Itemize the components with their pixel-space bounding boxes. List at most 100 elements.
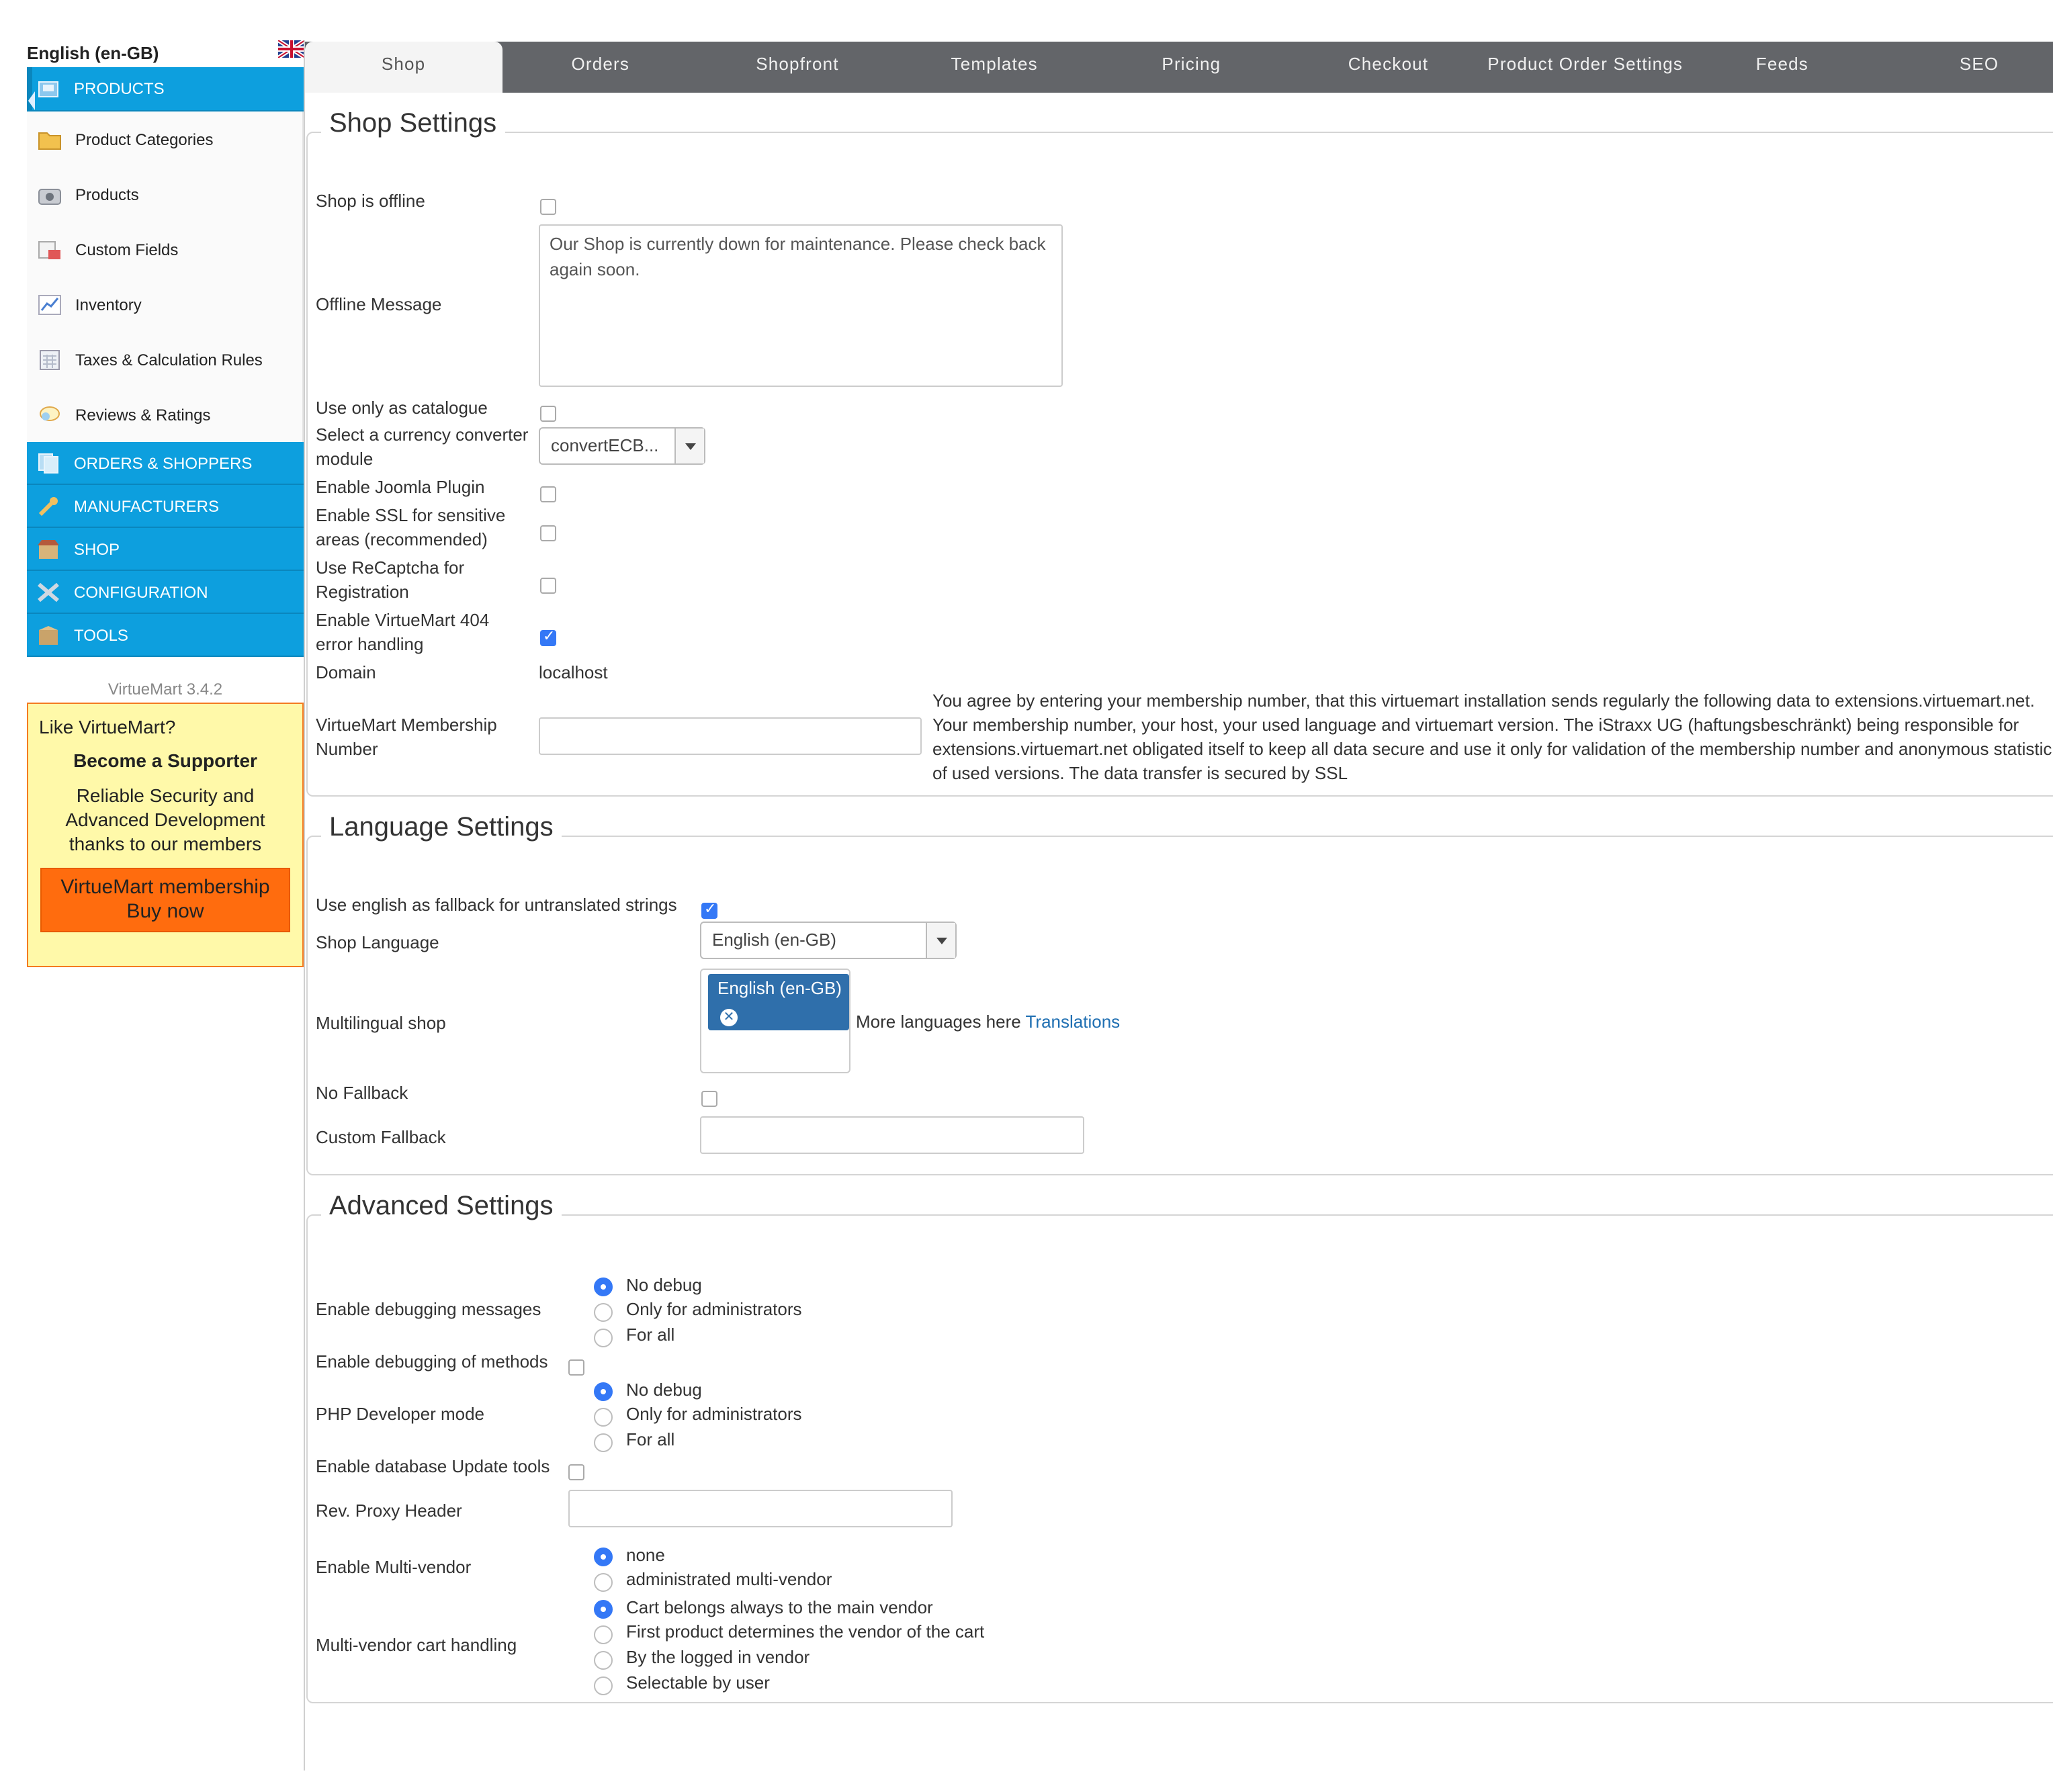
php-dev-option-label: Only for administrators bbox=[626, 1404, 802, 1424]
menu-products[interactable]: PRODUCTS bbox=[27, 67, 304, 111]
supporter-promo: Like VirtueMart? Become a Supporter Reli… bbox=[27, 703, 304, 967]
collapse-arrow-icon[interactable] bbox=[26, 81, 36, 121]
currency-converter-value: convertECB... bbox=[551, 435, 659, 455]
custom-fallback-label: Custom Fallback bbox=[316, 1127, 446, 1147]
tab-shopfront[interactable]: Shopfront bbox=[699, 42, 896, 93]
offline-message-textarea[interactable]: Our Shop is currently down for maintenan… bbox=[539, 224, 1063, 387]
chevron-down-icon bbox=[926, 923, 955, 958]
recaptcha-label: Use ReCaptcha for Registration bbox=[316, 557, 465, 602]
sidebar-item-label: Taxes & Calculation Rules bbox=[75, 350, 263, 369]
menu-section-label: CONFIGURATION bbox=[74, 582, 208, 601]
menu-shop[interactable]: SHOP bbox=[27, 528, 304, 571]
sidebar-item-product-categories[interactable]: Product Categories bbox=[27, 111, 302, 167]
uk-flag-icon[interactable] bbox=[278, 40, 305, 58]
sidebar-item-inventory[interactable]: Inventory bbox=[27, 277, 302, 332]
joomla-plugin-checkbox[interactable] bbox=[540, 486, 556, 502]
tab-orders[interactable]: Orders bbox=[502, 42, 699, 93]
php-dev-option-all[interactable] bbox=[594, 1433, 613, 1452]
currency-converter-select[interactable]: convertECB... bbox=[539, 427, 705, 465]
domain-value: localhost bbox=[539, 662, 608, 682]
shop-language-value: English (en-GB) bbox=[712, 930, 836, 950]
language-tag[interactable]: English (en-GB) ✕ bbox=[708, 974, 849, 1030]
remove-tag-icon[interactable]: ✕ bbox=[720, 1009, 738, 1027]
box-icon bbox=[39, 625, 58, 644]
shop-language-select[interactable]: English (en-GB) bbox=[700, 922, 957, 959]
tab-templates[interactable]: Templates bbox=[896, 42, 1093, 93]
menu-section-label: ORDERS & SHOPPERS bbox=[74, 453, 253, 472]
translations-link[interactable]: Translations bbox=[1026, 1012, 1121, 1032]
language-settings-legend: Language Settings bbox=[321, 813, 562, 844]
db-update-label: Enable database Update tools bbox=[316, 1456, 550, 1476]
products-submenu: Product Categories Products Custom Field… bbox=[27, 111, 304, 442]
debug-option-admins[interactable] bbox=[594, 1303, 613, 1322]
membership-note: You agree by entering your membership nu… bbox=[932, 690, 2052, 783]
debug-methods-checkbox[interactable] bbox=[568, 1359, 584, 1376]
php-dev-label: PHP Developer mode bbox=[316, 1404, 484, 1424]
proxy-input[interactable] bbox=[568, 1490, 953, 1527]
multilingual-select[interactable]: English (en-GB) ✕ bbox=[700, 969, 850, 1073]
sidebar-item-label: Reviews & Ratings bbox=[75, 405, 211, 424]
sidebar-item-custom-fields[interactable]: Custom Fields bbox=[27, 222, 302, 277]
shop-offline-checkbox[interactable] bbox=[540, 199, 556, 215]
error404-checkbox[interactable] bbox=[540, 627, 556, 646]
debug-option-label: Only for administrators bbox=[626, 1299, 802, 1319]
cart-option-logged-vendor[interactable] bbox=[594, 1651, 613, 1670]
menu-manufacturers[interactable]: MANUFACTURERS bbox=[27, 485, 304, 528]
promo-headline: Become a Supporter bbox=[73, 750, 257, 771]
recaptcha-checkbox[interactable] bbox=[540, 578, 556, 594]
debug-option-no-debug[interactable] bbox=[594, 1278, 613, 1296]
tab-checkout[interactable]: Checkout bbox=[1290, 42, 1487, 93]
promo-text: Reliable Security and Advanced Developme… bbox=[65, 785, 265, 854]
shop-offline-label: Shop is offline bbox=[316, 191, 425, 211]
debug-methods-label: Enable debugging of methods bbox=[316, 1351, 548, 1372]
no-fallback-label: No Fallback bbox=[316, 1083, 408, 1103]
db-update-checkbox[interactable] bbox=[568, 1464, 584, 1480]
multivendor-label: Enable Multi-vendor bbox=[316, 1557, 472, 1577]
menu-tools[interactable]: TOOLS bbox=[27, 614, 304, 657]
cart-option-main-vendor[interactable] bbox=[594, 1600, 613, 1619]
more-languages: More languages here Translations bbox=[856, 1010, 1120, 1034]
custom-fallback-input[interactable] bbox=[700, 1116, 1084, 1154]
multivendor-option-none[interactable] bbox=[594, 1548, 613, 1566]
no-fallback-checkbox[interactable] bbox=[701, 1091, 717, 1107]
shop-icon bbox=[38, 539, 59, 558]
language-label: English (en-GB) bbox=[27, 43, 159, 63]
sidebar-divider bbox=[304, 40, 305, 1771]
menu-section-label: SHOP bbox=[74, 539, 120, 558]
php-dev-option-label: No debug bbox=[626, 1380, 702, 1400]
fallback-checkbox[interactable] bbox=[701, 900, 717, 919]
cart-option-selectable[interactable] bbox=[594, 1676, 613, 1695]
sidebar-item-products[interactable]: Products bbox=[27, 167, 302, 222]
debug-label: Enable debugging messages bbox=[316, 1299, 541, 1319]
catalogue-checkbox[interactable] bbox=[540, 406, 556, 422]
language-tag-label: English (en-GB) bbox=[717, 978, 842, 998]
membership-input[interactable] bbox=[539, 717, 922, 755]
buy-membership-button[interactable]: VirtueMart membership Buy now bbox=[40, 868, 290, 932]
sidebar-item-taxes[interactable]: Taxes & Calculation Rules bbox=[27, 332, 302, 387]
advanced-settings-fieldset: Advanced Settings Enable debugging messa… bbox=[306, 1192, 2053, 1703]
sidebar-item-label: Products bbox=[75, 185, 139, 204]
custom-fields-icon bbox=[38, 240, 60, 259]
tab-feeds[interactable]: Feeds bbox=[1684, 42, 1880, 93]
tab-seo[interactable]: SEO bbox=[1881, 42, 2053, 93]
sidebar-item-label: Custom Fields bbox=[75, 240, 179, 259]
debug-option-label: No debug bbox=[626, 1275, 702, 1295]
sidebar-item-label: Inventory bbox=[75, 295, 142, 314]
tab-pricing[interactable]: Pricing bbox=[1093, 42, 1290, 93]
cart-option-first-product[interactable] bbox=[594, 1625, 613, 1644]
menu-configuration[interactable]: CONFIGURATION bbox=[27, 571, 304, 614]
tools-icon bbox=[38, 582, 59, 602]
php-dev-option-admins[interactable] bbox=[594, 1408, 613, 1427]
tab-shop[interactable]: Shop bbox=[305, 42, 503, 93]
sidebar-item-reviews[interactable]: Reviews & Ratings bbox=[27, 387, 302, 442]
ssl-checkbox[interactable] bbox=[540, 525, 556, 541]
multivendor-option-administrated[interactable] bbox=[594, 1573, 613, 1592]
offline-message-label: Offline Message bbox=[316, 294, 442, 314]
php-dev-option-no-debug[interactable] bbox=[594, 1382, 613, 1401]
version-label: VirtueMart 3.4.2 bbox=[107, 680, 223, 699]
cart-option-label: Selectable by user bbox=[626, 1672, 770, 1693]
tab-product-order-settings[interactable]: Product Order Settings bbox=[1487, 42, 1684, 93]
advanced-settings-legend: Advanced Settings bbox=[321, 1192, 562, 1222]
debug-option-all[interactable] bbox=[594, 1329, 613, 1347]
menu-orders-shoppers[interactable]: ORDERS & SHOPPERS bbox=[27, 442, 304, 485]
